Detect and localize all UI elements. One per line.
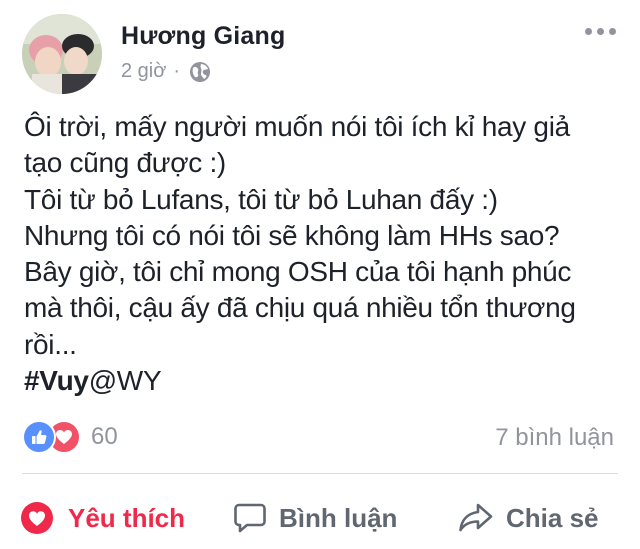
post-line: Ôi trời, mấy người muốn nói tôi ích kỉ h… xyxy=(24,111,570,142)
post-text: Ôi trời, mấy người muốn nói tôi ích kỉ h… xyxy=(24,109,624,399)
post-card: Hương Giang 2 giờ · Ôi trời, mấy người m… xyxy=(0,0,640,549)
action-bar: Yêu thích Bình luận Chia sẻ xyxy=(0,490,640,546)
post-line: Nhưng tôi có nói tôi sẽ không làm HHs sa… xyxy=(24,219,560,251)
post-line: Tôi từ bỏ Lufans, tôi từ bỏ Luhan đấy :) xyxy=(24,183,498,215)
hashtag-line: #Vuy@WY xyxy=(24,363,624,399)
post-line: tạo cũng được :) xyxy=(24,147,226,179)
avatar-photo xyxy=(22,14,102,94)
comment-count-link[interactable]: 7 bình luận xyxy=(495,424,614,452)
more-options-icon[interactable] xyxy=(585,28,616,35)
reaction-count: 60 xyxy=(91,423,118,450)
globe-icon[interactable] xyxy=(189,61,211,83)
post-time[interactable]: 2 giờ xyxy=(121,60,166,83)
post-line: rồi... xyxy=(24,328,77,360)
comment-button-label: Bình luận xyxy=(279,502,398,533)
like-reaction-icon xyxy=(22,420,56,454)
share-icon xyxy=(459,503,493,532)
share-button[interactable]: Chia sẻ xyxy=(458,502,599,534)
post-meta: 2 giờ · xyxy=(121,60,211,83)
divider xyxy=(22,473,618,474)
reaction-summary[interactable]: 60 xyxy=(22,420,118,454)
share-button-label: Chia sẻ xyxy=(506,502,599,533)
author-avatar[interactable] xyxy=(22,14,102,94)
hashtag-link[interactable]: #Vuy xyxy=(24,365,89,396)
post-line: Bây giờ, tôi chỉ mong OSH của tôi hạnh p… xyxy=(24,256,572,288)
mention-text: @WY xyxy=(88,365,162,397)
love-button-label: Yêu thích xyxy=(68,502,186,533)
love-button[interactable]: Yêu thích xyxy=(20,501,185,535)
post-line: mà thôi, cậu ấy đã chịu quá nhiều tổn th… xyxy=(24,292,576,324)
comment-button[interactable]: Bình luận xyxy=(233,502,397,534)
author-name[interactable]: Hương Giang xyxy=(121,22,285,51)
love-icon xyxy=(21,502,53,534)
comment-icon xyxy=(234,503,266,533)
meta-separator: · xyxy=(173,60,181,82)
